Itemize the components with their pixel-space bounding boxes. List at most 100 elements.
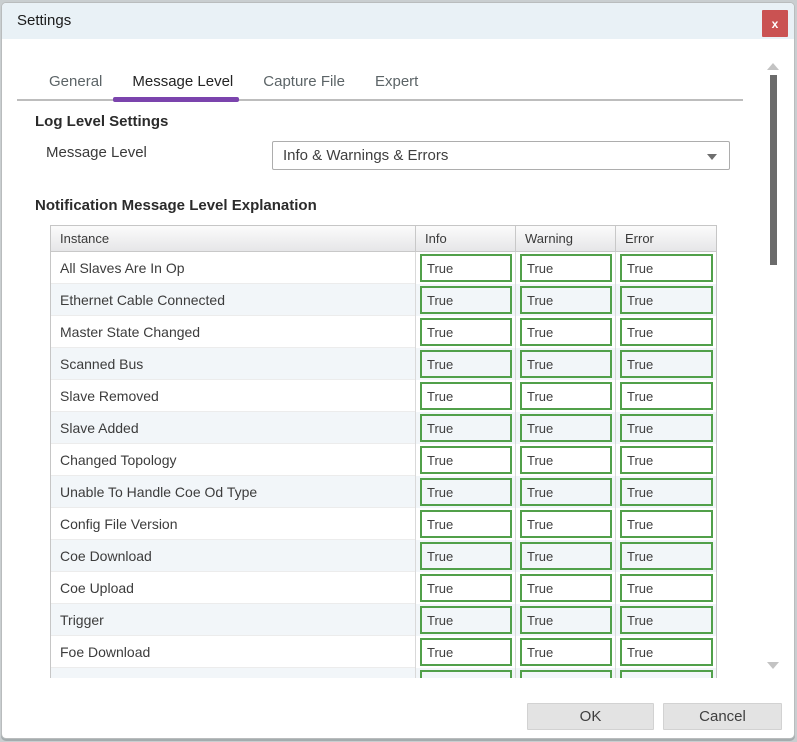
true-box[interactable]: True bbox=[420, 382, 512, 410]
instance-cell: Foe Download bbox=[51, 636, 415, 668]
true-box[interactable] bbox=[520, 670, 612, 678]
info-cell: True bbox=[415, 316, 515, 348]
true-box[interactable]: True bbox=[420, 350, 512, 378]
true-box[interactable]: True bbox=[420, 478, 512, 506]
scrollbar-thumb[interactable] bbox=[770, 75, 777, 265]
true-box[interactable]: True bbox=[420, 606, 512, 634]
instance-cell: All Slaves Are In Op bbox=[51, 252, 415, 284]
true-box[interactable]: True bbox=[420, 414, 512, 442]
true-box[interactable]: True bbox=[520, 382, 612, 410]
column-header-warning[interactable]: Warning bbox=[515, 226, 615, 251]
table-row: Slave Added True True True bbox=[51, 412, 716, 444]
info-cell: True bbox=[415, 284, 515, 316]
error-cell: True bbox=[615, 508, 716, 540]
info-cell: True bbox=[415, 252, 515, 284]
instance-cell bbox=[51, 668, 415, 678]
instance-cell: Ethernet Cable Connected bbox=[51, 284, 415, 316]
close-button[interactable]: x bbox=[762, 10, 788, 37]
notification-table: Instance Info Warning Error All Slaves A… bbox=[50, 225, 717, 678]
true-box[interactable]: True bbox=[520, 478, 612, 506]
true-box[interactable]: True bbox=[620, 414, 713, 442]
true-box[interactable]: True bbox=[620, 478, 713, 506]
true-box[interactable]: True bbox=[520, 414, 612, 442]
ok-button[interactable]: OK bbox=[527, 703, 654, 730]
tab-expert[interactable]: Expert bbox=[361, 65, 432, 98]
warning-cell: True bbox=[515, 348, 615, 380]
table-row: Coe Download True True True bbox=[51, 540, 716, 572]
instance-cell: Coe Upload bbox=[51, 572, 415, 604]
warning-cell: True bbox=[515, 380, 615, 412]
error-cell: True bbox=[615, 284, 716, 316]
true-box[interactable]: True bbox=[420, 510, 512, 538]
true-box[interactable]: True bbox=[620, 542, 713, 570]
true-box[interactable] bbox=[620, 670, 713, 678]
column-header-error[interactable]: Error bbox=[615, 226, 716, 251]
true-box[interactable]: True bbox=[520, 286, 612, 314]
tab-capture-file[interactable]: Capture File bbox=[249, 65, 359, 98]
column-header-info[interactable]: Info bbox=[415, 226, 515, 251]
table-row: Coe Upload True True True bbox=[51, 572, 716, 604]
info-cell: True bbox=[415, 476, 515, 508]
table-row: Foe Download True True True bbox=[51, 636, 716, 668]
true-box[interactable]: True bbox=[420, 254, 512, 282]
true-box[interactable]: True bbox=[620, 382, 713, 410]
true-box[interactable]: True bbox=[520, 318, 612, 346]
tab-bar: General Message Level Capture File Exper… bbox=[35, 65, 434, 98]
true-box[interactable]: True bbox=[520, 574, 612, 602]
true-box[interactable]: True bbox=[420, 574, 512, 602]
true-box[interactable]: True bbox=[620, 510, 713, 538]
instance-cell: Trigger bbox=[51, 604, 415, 636]
instance-cell: Config File Version bbox=[51, 508, 415, 540]
window-title: Settings bbox=[17, 12, 71, 29]
instance-cell: Slave Removed bbox=[51, 380, 415, 412]
active-tab-underline bbox=[113, 97, 239, 102]
true-box[interactable]: True bbox=[520, 446, 612, 474]
title-bar: Settings x bbox=[2, 3, 794, 39]
true-box[interactable]: True bbox=[520, 510, 612, 538]
instance-cell: Unable To Handle Coe Od Type bbox=[51, 476, 415, 508]
tab-message-level[interactable]: Message Level bbox=[118, 65, 247, 98]
warning-cell bbox=[515, 668, 615, 678]
table-row: Scanned Bus True True True bbox=[51, 348, 716, 380]
true-box[interactable]: True bbox=[620, 254, 713, 282]
tab-general[interactable]: General bbox=[35, 65, 116, 98]
true-box[interactable]: True bbox=[620, 286, 713, 314]
table-row: Master State Changed True True True bbox=[51, 316, 716, 348]
dropdown-selected-value: Info & Warnings & Errors bbox=[283, 147, 448, 164]
true-box[interactable]: True bbox=[520, 542, 612, 570]
info-cell: True bbox=[415, 540, 515, 572]
table-row: Ethernet Cable Connected True True True bbox=[51, 284, 716, 316]
info-cell: True bbox=[415, 572, 515, 604]
cancel-button[interactable]: Cancel bbox=[663, 703, 782, 730]
true-box[interactable]: True bbox=[620, 574, 713, 602]
true-box[interactable]: True bbox=[620, 350, 713, 378]
error-cell: True bbox=[615, 412, 716, 444]
true-box[interactable] bbox=[420, 670, 512, 678]
message-level-dropdown[interactable]: Info & Warnings & Errors bbox=[272, 141, 730, 170]
true-box[interactable]: True bbox=[620, 318, 713, 346]
column-header-instance[interactable]: Instance bbox=[51, 226, 415, 251]
true-box[interactable]: True bbox=[620, 638, 713, 666]
true-box[interactable]: True bbox=[520, 350, 612, 378]
error-cell: True bbox=[615, 604, 716, 636]
info-cell: True bbox=[415, 348, 515, 380]
true-box[interactable]: True bbox=[420, 638, 512, 666]
instance-cell: Changed Topology bbox=[51, 444, 415, 476]
log-level-settings-heading: Log Level Settings bbox=[35, 113, 168, 130]
true-box[interactable]: True bbox=[420, 542, 512, 570]
true-box[interactable]: True bbox=[620, 606, 713, 634]
true-box[interactable]: True bbox=[520, 606, 612, 634]
scroll-down-icon[interactable] bbox=[767, 662, 779, 669]
info-cell bbox=[415, 668, 515, 678]
true-box[interactable]: True bbox=[420, 446, 512, 474]
message-level-label: Message Level bbox=[46, 144, 147, 161]
true-box[interactable]: True bbox=[420, 286, 512, 314]
info-cell: True bbox=[415, 380, 515, 412]
true-box[interactable]: True bbox=[520, 254, 612, 282]
true-box[interactable]: True bbox=[420, 318, 512, 346]
true-box[interactable]: True bbox=[520, 638, 612, 666]
instance-cell: Coe Download bbox=[51, 540, 415, 572]
true-box[interactable]: True bbox=[620, 446, 713, 474]
info-cell: True bbox=[415, 412, 515, 444]
scroll-up-icon[interactable] bbox=[767, 63, 779, 70]
